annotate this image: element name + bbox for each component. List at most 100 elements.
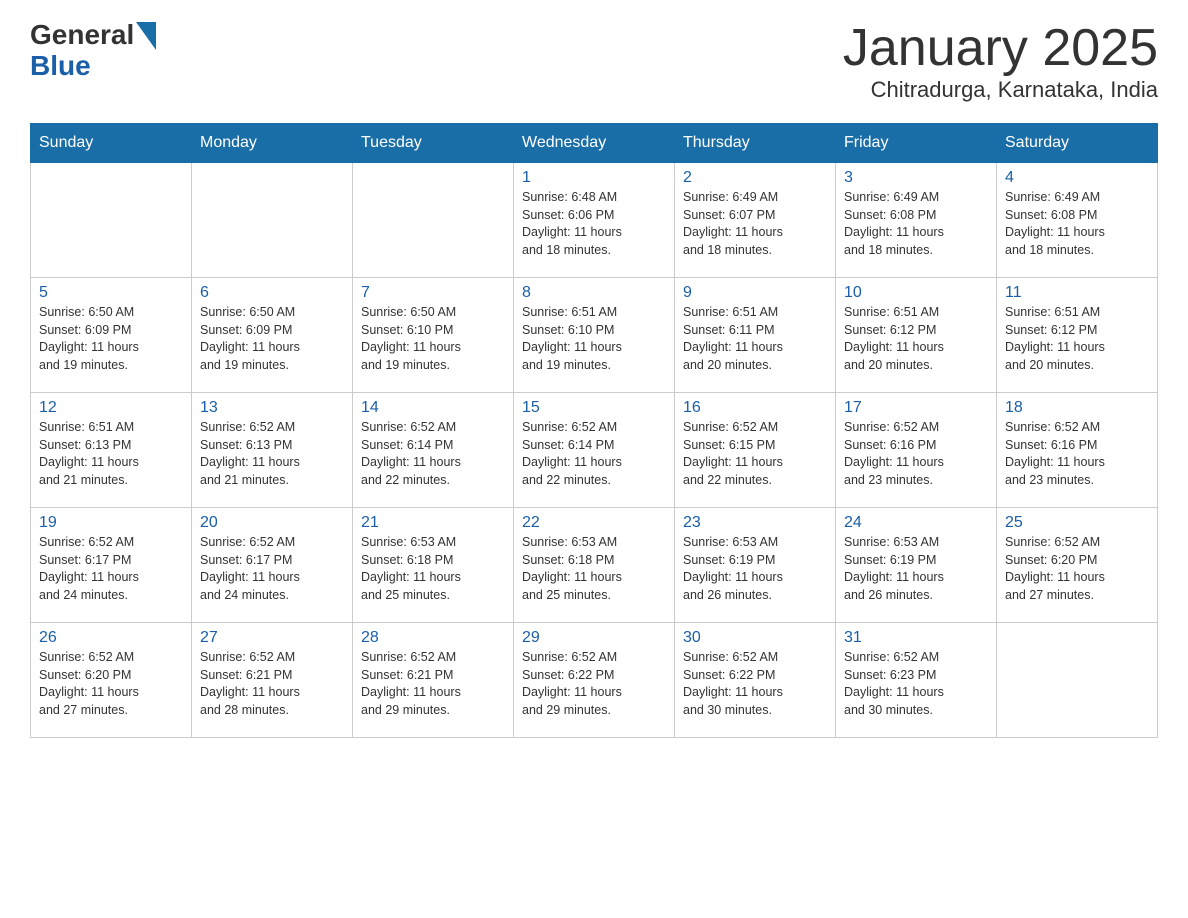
calendar-table: SundayMondayTuesdayWednesdayThursdayFrid… [30, 123, 1158, 738]
calendar-cell: 29 Sunrise: 6:52 AM Sunset: 6:22 PM Dayli… [514, 623, 675, 738]
logo-text: General Blue [30, 20, 156, 82]
day-number: 9 [683, 284, 827, 302]
day-info: Sunrise: 6:52 AM Sunset: 6:13 PM Dayligh… [200, 419, 344, 489]
day-number: 1 [522, 169, 666, 187]
week-row-1: 1 Sunrise: 6:48 AM Sunset: 6:06 PM Daylig… [31, 163, 1158, 278]
day-number: 10 [844, 284, 988, 302]
day-info: Sunrise: 6:51 AM Sunset: 6:10 PM Dayligh… [522, 304, 666, 374]
day-info: Sunrise: 6:53 AM Sunset: 6:18 PM Dayligh… [361, 534, 505, 604]
day-info: Sunrise: 6:52 AM Sunset: 6:22 PM Dayligh… [522, 649, 666, 719]
day-number: 11 [1005, 284, 1149, 302]
day-info: Sunrise: 6:52 AM Sunset: 6:22 PM Dayligh… [683, 649, 827, 719]
week-row-5: 26Sunrise: 6:52 AM Sunset: 6:20 PM Dayli… [31, 623, 1158, 738]
day-info: Sunrise: 6:50 AM Sunset: 6:09 PM Dayligh… [39, 304, 183, 374]
calendar-cell: 8 Sunrise: 6:51 AM Sunset: 6:10 PM Daylig… [514, 278, 675, 393]
day-info: Sunrise: 6:50 AM Sunset: 6:10 PM Dayligh… [361, 304, 505, 374]
calendar-cell: 3 Sunrise: 6:49 AM Sunset: 6:08 PM Daylig… [836, 163, 997, 278]
day-info: Sunrise: 6:51 AM Sunset: 6:12 PM Dayligh… [1005, 304, 1149, 374]
day-info: Sunrise: 6:52 AM Sunset: 6:16 PM Dayligh… [844, 419, 988, 489]
day-number: 31 [844, 629, 988, 647]
calendar-cell: 30Sunrise: 6:52 AM Sunset: 6:22 PM Dayli… [675, 623, 836, 738]
day-info: Sunrise: 6:53 AM Sunset: 6:19 PM Dayligh… [844, 534, 988, 604]
calendar-cell: 15 Sunrise: 6:52 AM Sunset: 6:14 PM Dayli… [514, 393, 675, 508]
day-number: 3 [844, 169, 988, 187]
day-number: 20 [200, 514, 344, 532]
day-info: Sunrise: 6:52 AM Sunset: 6:21 PM Dayligh… [200, 649, 344, 719]
calendar-cell: 20Sunrise: 6:52 AM Sunset: 6:17 PM Dayli… [192, 508, 353, 623]
day-info: Sunrise: 6:52 AM Sunset: 6:21 PM Dayligh… [361, 649, 505, 719]
day-info: Sunrise: 6:49 AM Sunset: 6:08 PM Dayligh… [844, 189, 988, 259]
logo: General Blue [30, 20, 156, 82]
day-number: 8 [522, 284, 666, 302]
day-number: 28 [361, 629, 505, 647]
day-info: Sunrise: 6:52 AM Sunset: 6:17 PM Dayligh… [39, 534, 183, 604]
day-info: Sunrise: 6:52 AM Sunset: 6:20 PM Dayligh… [1005, 534, 1149, 604]
logo-blue: Blue [30, 51, 156, 82]
day-info: Sunrise: 6:53 AM Sunset: 6:19 PM Dayligh… [683, 534, 827, 604]
day-info: Sunrise: 6:52 AM Sunset: 6:14 PM Dayligh… [522, 419, 666, 489]
weekday-header-wednesday: Wednesday [514, 124, 675, 163]
day-number: 13 [200, 399, 344, 417]
weekday-header-sunday: Sunday [31, 124, 192, 163]
day-number: 5 [39, 284, 183, 302]
week-row-4: 19Sunrise: 6:52 AM Sunset: 6:17 PM Dayli… [31, 508, 1158, 623]
calendar-cell [192, 163, 353, 278]
day-number: 17 [844, 399, 988, 417]
calendar-cell: 6 Sunrise: 6:50 AM Sunset: 6:09 PM Daylig… [192, 278, 353, 393]
calendar-cell: 27Sunrise: 6:52 AM Sunset: 6:21 PM Dayli… [192, 623, 353, 738]
day-number: 21 [361, 514, 505, 532]
location-title: Chitradurga, Karnataka, India [843, 77, 1158, 103]
day-number: 12 [39, 399, 183, 417]
calendar-cell: 18 Sunrise: 6:52 AM Sunset: 6:16 PM Dayli… [997, 393, 1158, 508]
day-number: 7 [361, 284, 505, 302]
weekday-header-thursday: Thursday [675, 124, 836, 163]
day-info: Sunrise: 6:49 AM Sunset: 6:08 PM Dayligh… [1005, 189, 1149, 259]
day-number: 15 [522, 399, 666, 417]
day-number: 22 [522, 514, 666, 532]
day-info: Sunrise: 6:52 AM Sunset: 6:14 PM Dayligh… [361, 419, 505, 489]
day-info: Sunrise: 6:52 AM Sunset: 6:23 PM Dayligh… [844, 649, 988, 719]
calendar-cell: 9 Sunrise: 6:51 AM Sunset: 6:11 PM Daylig… [675, 278, 836, 393]
day-info: Sunrise: 6:53 AM Sunset: 6:18 PM Dayligh… [522, 534, 666, 604]
weekday-header-friday: Friday [836, 124, 997, 163]
day-info: Sunrise: 6:51 AM Sunset: 6:13 PM Dayligh… [39, 419, 183, 489]
calendar-cell: 24 Sunrise: 6:53 AM Sunset: 6:19 PM Dayli… [836, 508, 997, 623]
day-number: 6 [200, 284, 344, 302]
calendar-cell: 26Sunrise: 6:52 AM Sunset: 6:20 PM Dayli… [31, 623, 192, 738]
week-row-2: 5 Sunrise: 6:50 AM Sunset: 6:09 PM Daylig… [31, 278, 1158, 393]
day-info: Sunrise: 6:52 AM Sunset: 6:15 PM Dayligh… [683, 419, 827, 489]
day-info: Sunrise: 6:49 AM Sunset: 6:07 PM Dayligh… [683, 189, 827, 259]
day-number: 24 [844, 514, 988, 532]
calendar-cell: 16Sunrise: 6:52 AM Sunset: 6:15 PM Dayli… [675, 393, 836, 508]
calendar-cell: 23 Sunrise: 6:53 AM Sunset: 6:19 PM Dayli… [675, 508, 836, 623]
calendar-cell: 5 Sunrise: 6:50 AM Sunset: 6:09 PM Daylig… [31, 278, 192, 393]
day-info: Sunrise: 6:51 AM Sunset: 6:11 PM Dayligh… [683, 304, 827, 374]
week-row-3: 12 Sunrise: 6:51 AM Sunset: 6:13 PM Dayli… [31, 393, 1158, 508]
calendar-cell [997, 623, 1158, 738]
calendar-cell: 12 Sunrise: 6:51 AM Sunset: 6:13 PM Dayli… [31, 393, 192, 508]
calendar-cell: 17 Sunrise: 6:52 AM Sunset: 6:16 PM Dayli… [836, 393, 997, 508]
logo-triangle-icon [136, 22, 156, 50]
day-number: 23 [683, 514, 827, 532]
day-info: Sunrise: 6:52 AM Sunset: 6:20 PM Dayligh… [39, 649, 183, 719]
calendar-cell: 31 Sunrise: 6:52 AM Sunset: 6:23 PM Dayli… [836, 623, 997, 738]
day-number: 2 [683, 169, 827, 187]
day-info: Sunrise: 6:51 AM Sunset: 6:12 PM Dayligh… [844, 304, 988, 374]
calendar-cell: 19Sunrise: 6:52 AM Sunset: 6:17 PM Dayli… [31, 508, 192, 623]
calendar-cell: 2 Sunrise: 6:49 AM Sunset: 6:07 PM Daylig… [675, 163, 836, 278]
calendar-cell: 4 Sunrise: 6:49 AM Sunset: 6:08 PM Daylig… [997, 163, 1158, 278]
weekday-header-monday: Monday [192, 124, 353, 163]
day-number: 18 [1005, 399, 1149, 417]
weekday-header-row: SundayMondayTuesdayWednesdayThursdayFrid… [31, 124, 1158, 163]
weekday-header-tuesday: Tuesday [353, 124, 514, 163]
day-number: 29 [522, 629, 666, 647]
calendar-cell: 14Sunrise: 6:52 AM Sunset: 6:14 PM Dayli… [353, 393, 514, 508]
day-number: 4 [1005, 169, 1149, 187]
calendar-cell: 25Sunrise: 6:52 AM Sunset: 6:20 PM Dayli… [997, 508, 1158, 623]
calendar-cell: 7 Sunrise: 6:50 AM Sunset: 6:10 PM Daylig… [353, 278, 514, 393]
day-info: Sunrise: 6:50 AM Sunset: 6:09 PM Dayligh… [200, 304, 344, 374]
day-info: Sunrise: 6:52 AM Sunset: 6:16 PM Dayligh… [1005, 419, 1149, 489]
logo-general: General [30, 20, 134, 51]
day-info: Sunrise: 6:48 AM Sunset: 6:06 PM Dayligh… [522, 189, 666, 259]
calendar-cell: 22 Sunrise: 6:53 AM Sunset: 6:18 PM Dayli… [514, 508, 675, 623]
